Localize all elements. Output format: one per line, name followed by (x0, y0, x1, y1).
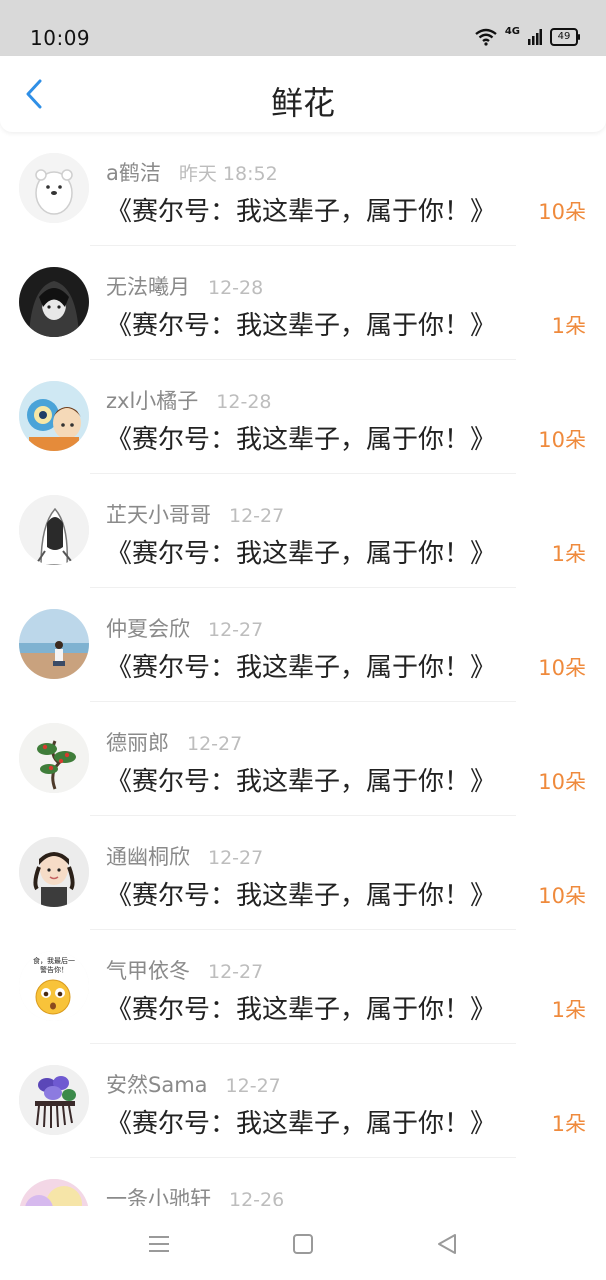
list-item[interactable]: 安然Sama 12-27 《赛尔号：我这辈子，属于你！》 1朵 (0, 1044, 606, 1158)
username[interactable]: 芷天小哥哥 (106, 499, 211, 529)
book-title[interactable]: 《赛尔号：我这辈子，属于你！》 (106, 989, 496, 1026)
system-navigation-bar (0, 1206, 606, 1280)
menu-button[interactable] (145, 1230, 173, 1258)
timestamp: 12-27 (208, 961, 264, 983)
back-triangle-icon (438, 1234, 456, 1254)
book-title[interactable]: 《赛尔号：我这辈子，属于你！》 (106, 761, 496, 798)
book-title[interactable]: 《赛尔号：我这辈子，属于你！》 (106, 1103, 496, 1140)
emoji-meme-avatar[interactable]: 食，我最后一 警告你！ (19, 951, 89, 1021)
pastel-avatar[interactable] (19, 1179, 89, 1206)
flower-count: 10朵 (538, 884, 586, 908)
list-item[interactable]: 一条小驰轩 12-26 (0, 1158, 606, 1206)
item-meta: a鹤洁 昨天 18:52 (106, 157, 278, 187)
flower-count: 1朵 (551, 542, 586, 566)
timestamp: 12-28 (208, 277, 264, 299)
username[interactable]: 仲夏会欣 (106, 613, 190, 643)
sketch-girl-avatar[interactable] (19, 495, 89, 565)
page-title: 鲜花 (270, 84, 335, 122)
item-meta: 安然Sama 12-27 (106, 1069, 281, 1099)
little-girl-avatar[interactable] (19, 837, 89, 907)
username[interactable]: 无法曦月 (106, 271, 190, 301)
list-item[interactable]: 仲夏会欣 12-27 《赛尔号：我这辈子，属于你！》 10朵 (0, 588, 606, 702)
flower-count: 10朵 (538, 770, 586, 794)
flower-count: 1朵 (551, 998, 586, 1022)
flower-count: 10朵 (538, 656, 586, 680)
timestamp: 12-27 (229, 505, 285, 527)
wifi-icon (475, 28, 497, 46)
username[interactable]: a鹤洁 (106, 157, 161, 187)
status-time: 10:09 (30, 26, 91, 50)
item-meta: 德丽郎 12-27 (106, 727, 242, 757)
username[interactable]: zxl小橘子 (106, 385, 198, 415)
flower-count: 1朵 (551, 1112, 586, 1136)
home-square-icon (293, 1234, 313, 1254)
flower-count: 1朵 (551, 314, 586, 338)
battery-icon: 49 (550, 28, 580, 46)
timestamp: 12-27 (208, 619, 264, 641)
timestamp: 12-27 (208, 847, 264, 869)
menu-icon (149, 1236, 169, 1252)
item-meta: 一条小驰轩 12-26 (106, 1183, 284, 1206)
list-item[interactable]: 通幽桐欣 12-27 《赛尔号：我这辈子，属于你！》 10朵 (0, 816, 606, 930)
status-icons: 4G 49 (475, 25, 580, 48)
list-item[interactable]: a鹤洁 昨天 18:52 《赛尔号：我这辈子，属于你！》 10朵 (0, 132, 606, 246)
item-meta: 气甲依冬 12-27 (106, 955, 263, 985)
username[interactable]: 一条小驰轩 (106, 1183, 211, 1206)
item-meta: 芷天小哥哥 12-27 (106, 499, 284, 529)
username[interactable]: 安然Sama (106, 1069, 208, 1099)
list-item[interactable]: 芷天小哥哥 12-27 《赛尔号：我这辈子，属于你！》 1朵 (0, 474, 606, 588)
timestamp: 12-26 (229, 1189, 285, 1206)
network-type: 4G (504, 25, 520, 37)
bonsai-avatar[interactable] (19, 723, 89, 793)
book-title[interactable]: 《赛尔号：我这辈子，属于你！》 (106, 647, 496, 684)
book-title[interactable]: 《赛尔号：我这辈子，属于你！》 (106, 305, 496, 342)
flower-list[interactable]: a鹤洁 昨天 18:52 《赛尔号：我这辈子，属于你！》 10朵 无法曦月 12… (0, 132, 606, 1206)
username[interactable]: 通幽桐欣 (106, 841, 190, 871)
timestamp: 12-28 (216, 391, 272, 413)
timestamp: 12-27 (225, 1075, 281, 1097)
cartoon-duo-avatar[interactable] (19, 381, 89, 451)
list-item[interactable]: 德丽郎 12-27 《赛尔号：我这辈子，属于你！》 10朵 (0, 702, 606, 816)
book-title[interactable]: 《赛尔号：我这辈子，属于你！》 (106, 419, 496, 456)
flower-count: 10朵 (538, 428, 586, 452)
avatar-text-line-2: 警告你！ (40, 965, 68, 974)
list-item[interactable]: zxl小橘子 12-28 《赛尔号：我这辈子，属于你！》 10朵 (0, 360, 606, 474)
status-bar: 10:09 4G 49 (0, 0, 606, 56)
back-nav-button[interactable] (433, 1230, 461, 1258)
signal-icon (528, 29, 542, 45)
home-button[interactable] (289, 1230, 317, 1258)
list-item[interactable]: 食，我最后一 警告你！ 气甲依冬 12-27 《赛尔号：我这辈子，属于你！》 1… (0, 930, 606, 1044)
username[interactable]: 德丽郎 (106, 727, 169, 757)
list-item[interactable]: 无法曦月 12-28 《赛尔号：我这辈子，属于你！》 1朵 (0, 246, 606, 360)
flower-count: 10朵 (538, 200, 586, 224)
nav-bar: 鲜花 (0, 56, 606, 132)
book-title[interactable]: 《赛尔号：我这辈子，属于你！》 (106, 191, 496, 228)
timestamp: 12-27 (187, 733, 243, 755)
item-meta: zxl小橘子 12-28 (106, 385, 272, 415)
avatar-text-line-1: 食，我最后一 (33, 956, 75, 965)
flower-comb-avatar[interactable] (19, 1065, 89, 1135)
item-meta: 通幽桐欣 12-27 (106, 841, 263, 871)
dark-anime-avatar[interactable] (19, 267, 89, 337)
item-meta: 无法曦月 12-28 (106, 271, 263, 301)
book-title[interactable]: 《赛尔号：我这辈子，属于你！》 (106, 875, 496, 912)
beach-avatar[interactable] (19, 609, 89, 679)
username[interactable]: 气甲依冬 (106, 955, 190, 985)
item-meta: 仲夏会欣 12-27 (106, 613, 263, 643)
polar-bear-avatar[interactable] (19, 153, 89, 223)
timestamp: 昨天 18:52 (178, 163, 278, 185)
book-title[interactable]: 《赛尔号：我这辈子，属于你！》 (106, 533, 496, 570)
